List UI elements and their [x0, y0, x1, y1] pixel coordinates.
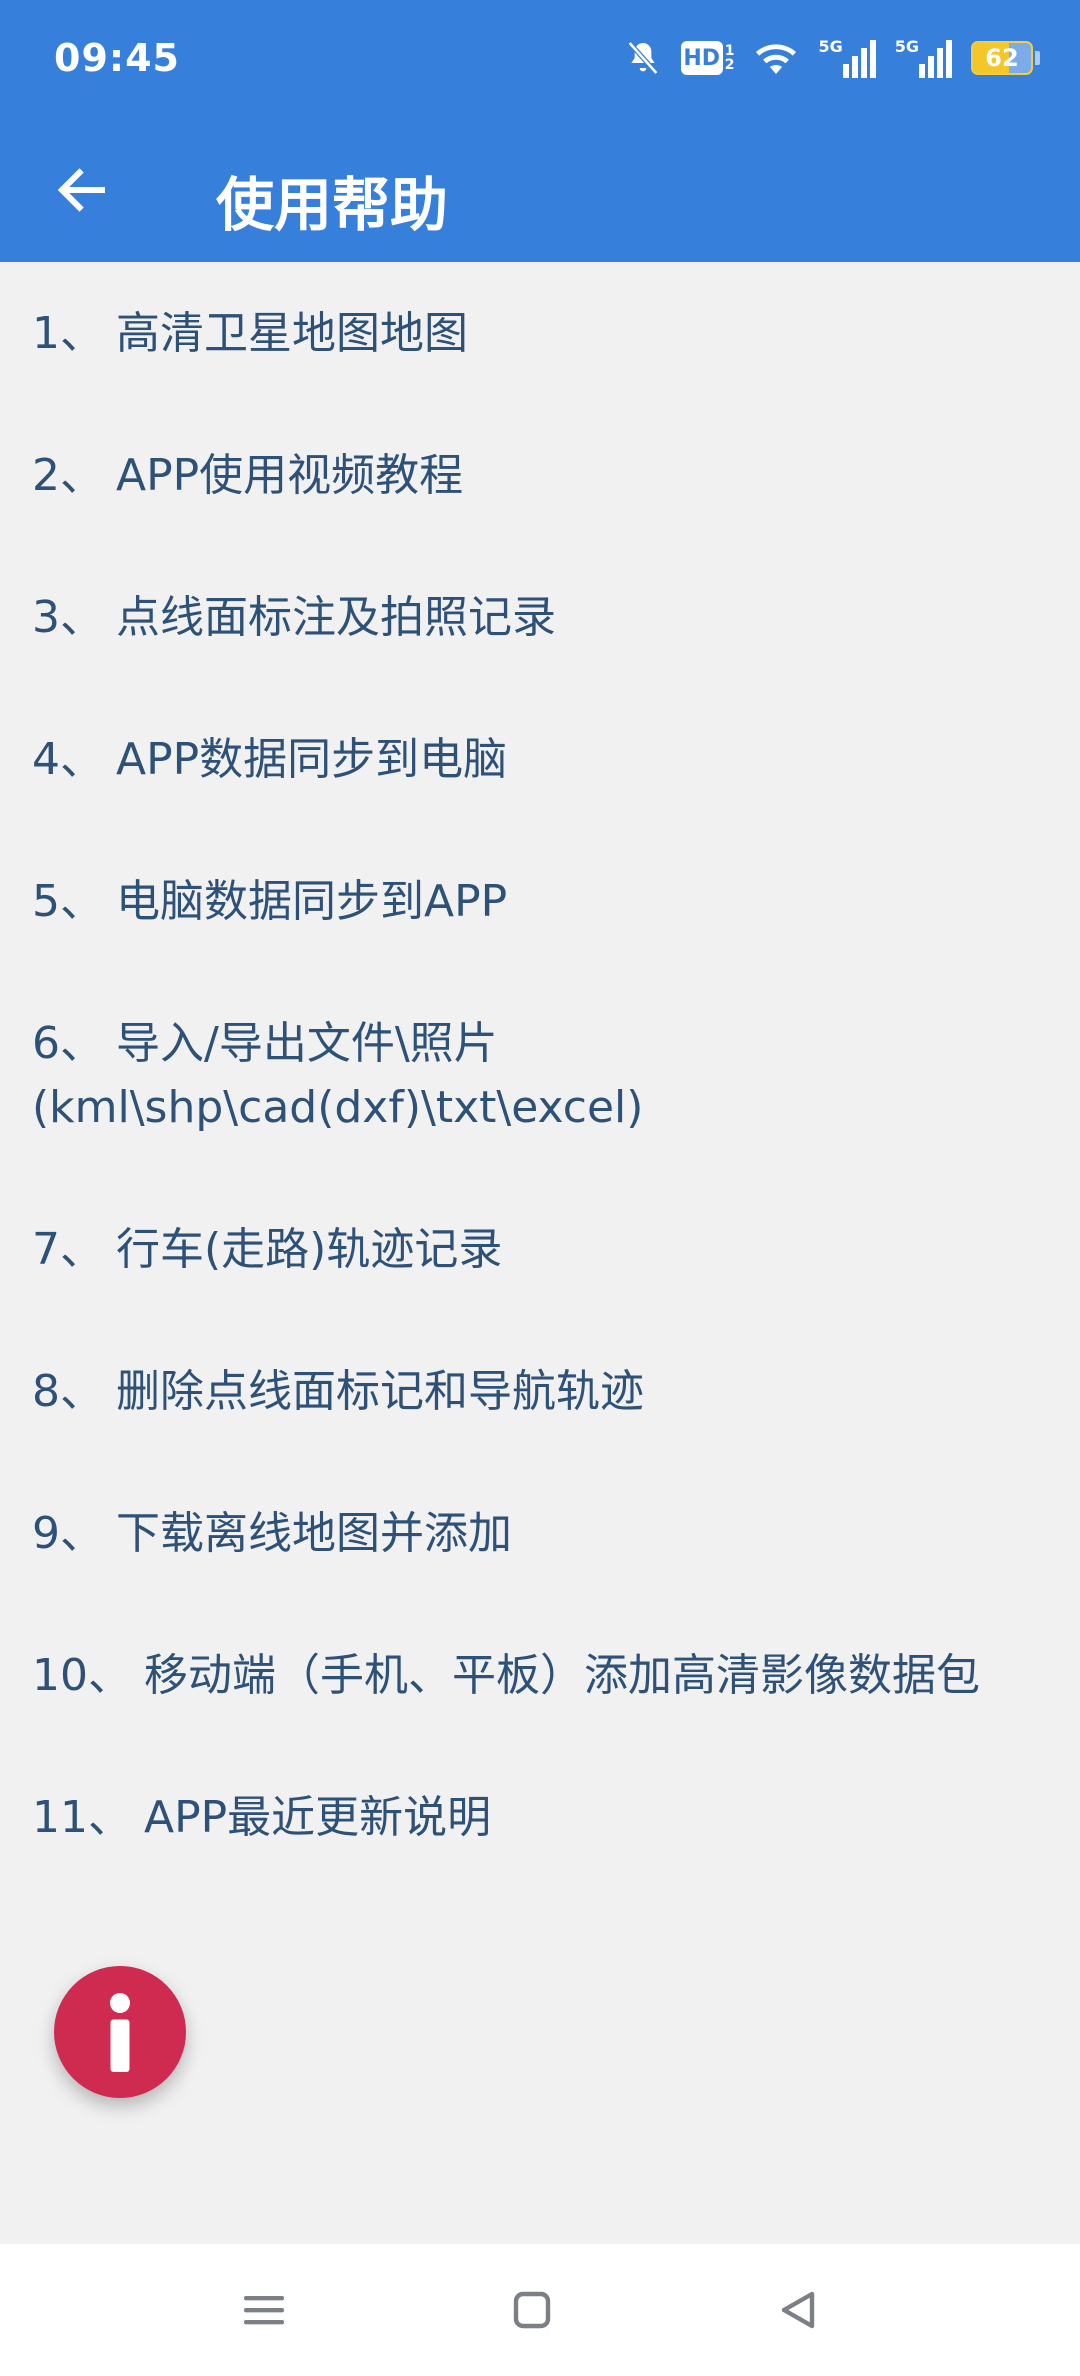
help-item-8[interactable]: 8、 删除点线面标记和导航轨迹 — [0, 1320, 1080, 1462]
hd-label: HD — [680, 41, 723, 75]
help-item-text: APP使用视频教程 — [116, 450, 464, 501]
signal-5g-label: 5G — [818, 37, 843, 56]
signal-5g-icon: 5G — [895, 38, 953, 78]
help-item-text: 点线面标注及拍照记录 — [116, 592, 556, 643]
status-time: 09:45 — [54, 36, 180, 80]
help-item-number: 6、 — [32, 1018, 104, 1069]
help-item-11[interactable]: 11、 APP最近更新说明 — [0, 1746, 1080, 1888]
status-icons: HD 1 2 5G 5G 62 — [623, 34, 1040, 82]
info-icon — [110, 1993, 130, 2072]
back-triangle-icon — [781, 2291, 815, 2329]
help-item-text: 电脑数据同步到APP — [116, 876, 508, 927]
help-item-1[interactable]: 1、 高清卫星地图地图 — [0, 262, 1080, 404]
status-bar: 09:45 HD 1 2 5G 5G 62 — [0, 0, 1080, 118]
nav-back-button[interactable] — [766, 2278, 830, 2342]
home-button[interactable] — [500, 2278, 564, 2342]
help-item-5[interactable]: 5、 电脑数据同步到APP — [0, 830, 1080, 972]
help-item-4[interactable]: 4、 APP数据同步到电脑 — [0, 688, 1080, 830]
help-item-10[interactable]: 10、 移动端（手机、平板）添加高清影像数据包 — [0, 1604, 1080, 1746]
hd-sub-top: 1 — [724, 43, 735, 59]
arrow-left-icon — [57, 168, 105, 212]
bell-off-icon — [623, 38, 663, 78]
recent-apps-button[interactable] — [232, 2278, 296, 2342]
info-button[interactable] — [54, 1966, 186, 2098]
help-item-6[interactable]: 6、 导入/导出文件\照片(kml\shp\cad(dxf)\txt\excel) — [0, 972, 1080, 1178]
wifi-icon — [752, 38, 800, 78]
top-bar: 09:45 HD 1 2 5G 5G 62 使用帮助 — [0, 0, 1080, 262]
help-item-3[interactable]: 3、 点线面标注及拍照记录 — [0, 546, 1080, 688]
help-list: 1、 高清卫星地图地图 2、 APP使用视频教程 3、 点线面标注及拍照记录 4、 AP… — [0, 262, 1080, 1888]
help-item-9[interactable]: 9、 下载离线地图并添加 — [0, 1462, 1080, 1604]
hd-sub: 1 2 — [725, 44, 735, 72]
hd-sub-bottom: 2 — [724, 57, 735, 73]
navigation-bar — [0, 2244, 1080, 2376]
help-item-number: 2、 — [32, 450, 104, 501]
menu-icon — [244, 2296, 284, 2325]
help-item-text: 高清卫星地图地图 — [116, 308, 468, 359]
help-item-number: 8、 — [32, 1366, 104, 1417]
help-item-text: APP数据同步到电脑 — [116, 734, 508, 785]
help-item-number: 7、 — [32, 1224, 104, 1275]
help-item-text: 移动端（手机、平板）添加高清影像数据包 — [144, 1650, 980, 1701]
battery-tip — [1035, 51, 1040, 65]
help-screen: 09:45 HD 1 2 5G 5G 62 使用帮助 1、 高清卫星地图地图 2… — [0, 0, 1080, 2376]
help-item-number: 11、 — [32, 1792, 132, 1843]
help-item-text: APP最近更新说明 — [144, 1792, 492, 1843]
hd-icon: HD 1 2 — [680, 41, 735, 75]
signal-5g-label: 5G — [894, 37, 919, 56]
back-button[interactable] — [40, 148, 124, 232]
battery-level: 62 — [971, 41, 1033, 75]
help-item-number: 9、 — [32, 1508, 104, 1559]
help-item-text: 导入/导出文件\照片(kml\shp\cad(dxf)\txt\excel) — [32, 1018, 644, 1133]
help-item-number: 10、 — [32, 1650, 132, 1701]
help-item-text: 下载离线地图并添加 — [116, 1508, 512, 1559]
help-item-number: 1、 — [32, 308, 104, 359]
help-item-7[interactable]: 7、 行车(走路)轨迹记录 — [0, 1178, 1080, 1320]
battery-icon: 62 — [971, 41, 1040, 75]
help-item-2[interactable]: 2、 APP使用视频教程 — [0, 404, 1080, 546]
help-item-text: 删除点线面标记和导航轨迹 — [116, 1366, 644, 1417]
help-item-number: 4、 — [32, 734, 104, 785]
help-item-number: 5、 — [32, 876, 104, 927]
signal-5g-icon: 5G — [818, 38, 876, 78]
app-bar: 使用帮助 — [0, 118, 1080, 262]
home-square-icon — [513, 2291, 551, 2329]
help-item-text: 行车(走路)轨迹记录 — [116, 1224, 503, 1275]
help-item-number: 3、 — [32, 592, 104, 643]
page-title: 使用帮助 — [216, 171, 449, 239]
